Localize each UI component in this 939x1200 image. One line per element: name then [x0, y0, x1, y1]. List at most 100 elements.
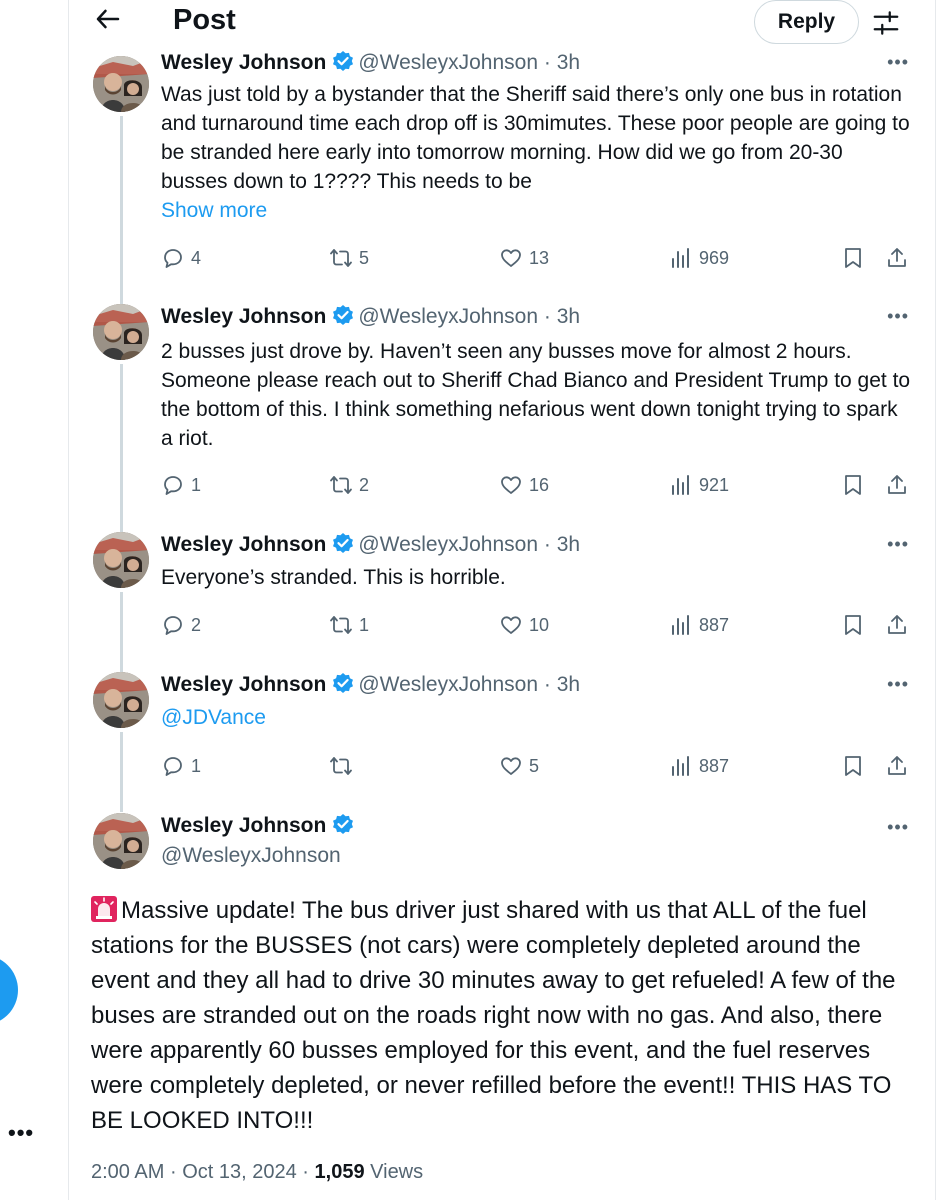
thread-post[interactable]: Wesley Johnson @WesleyxJohnson · 3h ••• E…	[69, 532, 937, 672]
reply-action[interactable]: 1	[161, 472, 201, 498]
thread-line	[120, 732, 123, 812]
verified-badge-icon	[332, 50, 354, 72]
more-options-icon[interactable]: •••	[887, 306, 909, 327]
author-row: Wesley Johnson @WesleyxJohnson · 3h	[161, 304, 580, 334]
like-action[interactable]: 10	[499, 612, 549, 638]
post-time[interactable]: 3h	[557, 51, 580, 74]
views-action[interactable]: 887	[669, 753, 729, 779]
mention-link[interactable]: @JDVance	[161, 703, 911, 732]
avatar[interactable]	[93, 56, 149, 112]
avatar[interactable]	[93, 532, 149, 588]
post-text: Everyone’s stranded. This is horrible.	[161, 566, 506, 589]
back-arrow-icon[interactable]	[93, 4, 123, 41]
more-options-icon[interactable]: •••	[887, 674, 909, 695]
avatar[interactable]	[93, 672, 149, 728]
action-bar: 2 1 10 887	[161, 612, 911, 638]
reply-action[interactable]: 4	[161, 245, 201, 271]
action-bar: 4 5 13 969	[161, 245, 911, 271]
more-menu-icon[interactable]: •••	[8, 1120, 34, 1146]
page-title: Post	[173, 4, 236, 36]
views-action[interactable]: 921	[669, 472, 729, 498]
views-count: 969	[699, 247, 730, 268]
bookmark-icon[interactable]	[841, 753, 871, 779]
post-text: Was just told by a bystander that the Sh…	[161, 83, 910, 193]
more-options-icon[interactable]: •••	[887, 534, 909, 555]
views-action[interactable]: 969	[669, 245, 729, 271]
like-action[interactable]: 16	[499, 472, 549, 498]
author-name[interactable]: Wesley Johnson	[161, 814, 326, 837]
share-icon[interactable]	[885, 753, 915, 779]
author-name[interactable]: Wesley Johnson	[161, 673, 326, 696]
thread-line	[120, 364, 123, 532]
post-time[interactable]: 3h	[557, 305, 580, 328]
compose-button[interactable]	[0, 955, 18, 1025]
reply-action[interactable]: 2	[161, 612, 201, 638]
author-handle[interactable]: @WesleyxJohnson	[358, 305, 538, 328]
share-icon[interactable]	[885, 472, 915, 498]
reply-count: 4	[191, 247, 202, 268]
like-action[interactable]: 13	[499, 245, 549, 271]
author-row: Wesley Johnson @WesleyxJohnson · 3h	[161, 672, 580, 702]
post-time[interactable]: 3h	[557, 533, 580, 556]
post-date[interactable]: Oct 13, 2024	[182, 1161, 297, 1183]
share-icon[interactable]	[885, 612, 915, 638]
thread-line	[120, 116, 123, 306]
reply-button[interactable]: Reply	[754, 0, 859, 44]
author-name[interactable]: Wesley Johnson	[161, 51, 326, 74]
verified-badge-icon	[332, 672, 354, 694]
views-count: 921	[699, 474, 730, 495]
views-action[interactable]: 887	[669, 612, 729, 638]
comment-icon	[161, 613, 185, 637]
views-icon	[669, 754, 693, 778]
repost-action[interactable]: 1	[329, 612, 369, 638]
siren-emoji-icon	[91, 896, 117, 922]
retweet-icon	[329, 754, 353, 778]
author-handle[interactable]: @WesleyxJohnson	[358, 673, 538, 696]
sliders-icon[interactable]	[871, 8, 901, 38]
repost-count: 5	[359, 247, 370, 268]
heart-icon	[499, 246, 523, 270]
more-options-icon[interactable]: •••	[887, 817, 909, 838]
share-icon[interactable]	[885, 245, 915, 271]
show-more-link[interactable]: Show more	[161, 196, 911, 225]
avatar[interactable]	[93, 304, 149, 360]
like-count: 16	[529, 474, 550, 495]
repost-action[interactable]	[329, 753, 359, 779]
retweet-icon	[329, 246, 353, 270]
author-row: Wesley Johnson	[161, 813, 358, 838]
post-time[interactable]: 2:00 AM	[91, 1161, 164, 1183]
bookmark-icon[interactable]	[841, 245, 871, 271]
author-handle[interactable]: @WesleyxJohnson	[358, 51, 538, 74]
verified-badge-icon	[332, 304, 354, 326]
author-row: Wesley Johnson @WesleyxJohnson · 3h	[161, 50, 580, 80]
views-label: Views	[370, 1161, 424, 1183]
avatar[interactable]	[93, 813, 149, 869]
retweet-icon	[329, 613, 353, 637]
views-icon	[669, 246, 693, 270]
views-count: 887	[699, 755, 730, 776]
retweet-icon	[329, 473, 353, 497]
author-name[interactable]: Wesley Johnson	[161, 305, 326, 328]
author-handle[interactable]: @WesleyxJohnson	[161, 844, 341, 868]
post-body: Massive update! The bus driver just shar…	[91, 897, 896, 1134]
more-options-icon[interactable]: •••	[887, 52, 909, 73]
bookmark-icon[interactable]	[841, 612, 871, 638]
reply-action[interactable]: 1	[161, 753, 201, 779]
author-name[interactable]: Wesley Johnson	[161, 533, 326, 556]
repost-action[interactable]: 5	[329, 245, 369, 271]
views-icon	[669, 473, 693, 497]
reply-count: 1	[191, 755, 202, 776]
like-action[interactable]: 5	[499, 753, 539, 779]
main-post: Wesley Johnson @WesleyxJohnson ••• Massi…	[69, 813, 937, 1200]
repost-action[interactable]: 2	[329, 472, 369, 498]
bookmark-icon[interactable]	[841, 472, 871, 498]
action-bar: 1 2 16 921	[161, 472, 911, 498]
separator-dot: ·	[543, 673, 551, 696]
thread-post[interactable]: Wesley Johnson @WesleyxJohnson · 3h ••• W…	[69, 56, 937, 306]
post-time[interactable]: 3h	[557, 673, 580, 696]
thread-post[interactable]: Wesley Johnson @WesleyxJohnson · 3h ••• 2…	[69, 304, 937, 532]
author-handle[interactable]: @WesleyxJohnson	[358, 533, 538, 556]
like-count: 5	[529, 755, 540, 776]
like-count: 13	[529, 247, 550, 268]
thread-post[interactable]: Wesley Johnson @WesleyxJohnson · 3h ••• @…	[69, 672, 937, 812]
